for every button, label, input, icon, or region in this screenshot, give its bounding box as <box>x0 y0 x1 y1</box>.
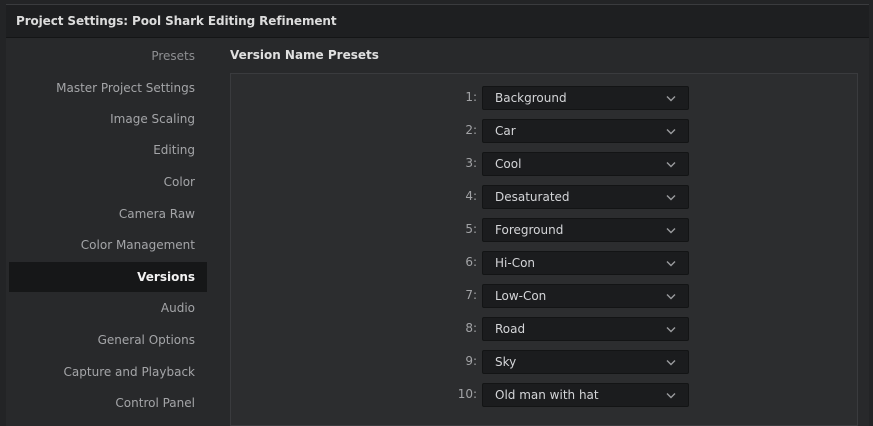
preset-dropdown[interactable]: Foreground <box>482 218 689 242</box>
sidebar-item-camera-raw[interactable]: Camera Raw <box>9 201 207 228</box>
sidebar-item-editing[interactable]: Editing <box>9 137 207 164</box>
chevron-down-icon <box>666 294 676 300</box>
preset-number: 10: <box>457 387 477 401</box>
sidebar-item-label: Image Scaling <box>110 112 195 126</box>
preset-row: 5: Foreground <box>231 218 859 242</box>
preset-value: Sky <box>495 355 517 369</box>
preset-dropdown[interactable]: Car <box>482 119 689 143</box>
preset-number: 3: <box>465 156 477 170</box>
preset-dropdown[interactable]: Sky <box>482 350 689 374</box>
preset-number: 5: <box>465 222 477 236</box>
sidebar-item-label: Capture and Playback <box>63 365 195 379</box>
chevron-down-icon <box>666 228 676 234</box>
sidebar-item-label: Editing <box>153 143 195 157</box>
sidebar-item-master-project-settings[interactable]: Master Project Settings <box>9 75 207 102</box>
preset-dropdown[interactable]: Desaturated <box>482 185 689 209</box>
preset-value: Desaturated <box>495 190 570 204</box>
sidebar-item-control-panel[interactable]: Control Panel <box>9 390 207 417</box>
sidebar-item-label: General Options <box>97 333 195 347</box>
chevron-down-icon <box>666 195 676 201</box>
sidebar-item-image-scaling[interactable]: Image Scaling <box>9 106 207 133</box>
preset-dropdown[interactable]: Road <box>482 317 689 341</box>
sidebar-item-label: Audio <box>160 301 195 315</box>
preset-number: 1: <box>465 90 477 104</box>
preset-row: 7: Low-Con <box>231 284 859 308</box>
chevron-down-icon <box>666 261 676 267</box>
preset-row: 1: Background <box>231 86 859 110</box>
preset-dropdown[interactable]: Old man with hat <box>482 383 689 407</box>
project-settings-window: Project Settings: Pool Shark Editing Ref… <box>6 4 869 426</box>
sidebar-item-label: Camera Raw <box>118 207 195 221</box>
preset-row: 6: Hi-Con <box>231 251 859 275</box>
sidebar-item-versions[interactable]: Versions <box>9 262 207 292</box>
sidebar-item-label: Versions <box>137 270 195 284</box>
window-title: Project Settings: Pool Shark Editing Ref… <box>16 14 337 28</box>
chevron-down-icon <box>666 129 676 135</box>
preset-value: Hi-Con <box>495 256 536 270</box>
preset-row: 2: Car <box>231 119 859 143</box>
version-presets-panel: 1: Background 2: Car 3: Cool 4: Desatura… <box>230 73 858 426</box>
preset-value: Low-Con <box>495 289 547 303</box>
preset-dropdown[interactable]: Low-Con <box>482 284 689 308</box>
sidebar-item-color[interactable]: Color <box>9 169 207 196</box>
preset-row: 10: Old man with hat <box>231 383 859 407</box>
sidebar-item-label: Color Management <box>80 238 195 252</box>
sidebar-item-label: Control Panel <box>115 396 195 410</box>
sidebar-item-general-options[interactable]: General Options <box>9 327 207 354</box>
preset-value: Background <box>495 91 567 105</box>
preset-number: 7: <box>465 288 477 302</box>
chevron-down-icon <box>666 327 676 333</box>
sidebar-item-presets[interactable]: Presets <box>9 43 207 70</box>
preset-value: Old man with hat <box>495 388 599 402</box>
settings-sidebar: Presets Master Project Settings Image Sc… <box>9 38 207 426</box>
preset-number: 2: <box>465 123 477 137</box>
sidebar-item-label: Master Project Settings <box>56 81 195 95</box>
preset-row: 4: Desaturated <box>231 185 859 209</box>
preset-dropdown[interactable]: Cool <box>482 152 689 176</box>
preset-value: Cool <box>495 157 522 171</box>
chevron-down-icon <box>666 96 676 102</box>
preset-row: 9: Sky <box>231 350 859 374</box>
preset-value: Road <box>495 322 526 336</box>
section-title: Version Name Presets <box>230 48 379 62</box>
chevron-down-icon <box>666 393 676 399</box>
sidebar-item-audio[interactable]: Audio <box>9 295 207 322</box>
preset-number: 9: <box>465 354 477 368</box>
title-bar: Project Settings: Pool Shark Editing Ref… <box>6 5 869 38</box>
preset-number: 8: <box>465 321 477 335</box>
sidebar-item-label: Color <box>163 175 195 189</box>
sidebar-item-label: Presets <box>151 49 195 63</box>
sidebar-item-color-management[interactable]: Color Management <box>9 232 207 259</box>
preset-value: Foreground <box>495 223 564 237</box>
preset-number: 6: <box>465 255 477 269</box>
chevron-down-icon <box>666 162 676 168</box>
preset-number: 4: <box>465 189 477 203</box>
sidebar-item-capture-and-playback[interactable]: Capture and Playback <box>9 359 207 386</box>
preset-dropdown[interactable]: Background <box>482 86 689 110</box>
preset-row: 8: Road <box>231 317 859 341</box>
preset-value: Car <box>495 124 516 138</box>
preset-dropdown[interactable]: Hi-Con <box>482 251 689 275</box>
preset-row: 3: Cool <box>231 152 859 176</box>
chevron-down-icon <box>666 360 676 366</box>
